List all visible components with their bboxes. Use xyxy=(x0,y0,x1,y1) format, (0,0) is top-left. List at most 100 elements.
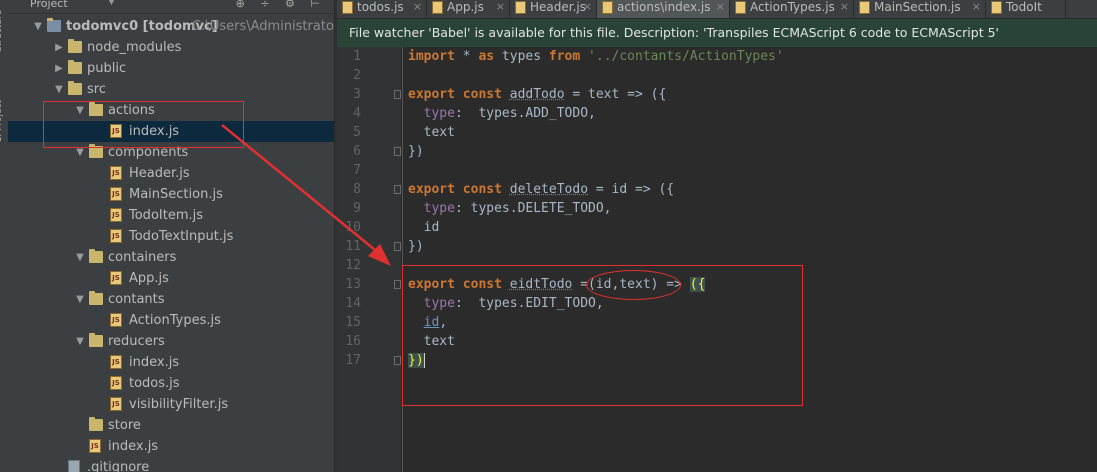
js-file-icon: JS xyxy=(110,208,122,222)
expand-arrow-down-icon[interactable]: ▼ xyxy=(74,247,86,268)
tree-item-label: contants xyxy=(108,292,165,307)
tree-item-label: index.js xyxy=(129,355,180,370)
expand-arrow-down-icon[interactable]: ▼ xyxy=(53,79,65,100)
code-editor[interactable]: 1 2 3 4 5 6 7 8 9 10 11 12 13 14 15 16 17 import * as ty… xyxy=(337,47,1097,472)
js-file-icon xyxy=(735,1,746,14)
line-number: 4 xyxy=(353,106,361,121)
line-number: 2 xyxy=(353,68,361,83)
js-file-icon: JS xyxy=(110,229,122,243)
editor-tab[interactable]: TodoIt xyxy=(986,0,1066,18)
expand-arrow-down-icon[interactable]: ▼ xyxy=(32,16,44,37)
code-line[interactable]: export const deleteTodo = id => ({ xyxy=(408,180,674,199)
code-line[interactable]: export const addTodo = text => ({ xyxy=(408,85,666,104)
fold-marker-icon[interactable] xyxy=(394,242,401,251)
tab-label: actions\index.js xyxy=(617,0,711,14)
folder-icon xyxy=(68,60,82,74)
line-number: 3 xyxy=(353,87,361,102)
code-line[interactable]: type: types.ADD_TODO, xyxy=(408,104,596,123)
fold-marker-icon[interactable] xyxy=(394,185,401,194)
tree-folder-item[interactable]: ▼ contants xyxy=(8,289,334,310)
close-tab-icon[interactable]: × xyxy=(716,0,725,14)
code-token: id xyxy=(408,220,440,235)
code-token: '../contants/ActionTypes' xyxy=(588,49,784,64)
tree-folder-item[interactable]: ▶ node_modules xyxy=(8,37,334,58)
code-line[interactable]: text xyxy=(408,123,455,142)
tree-file-item[interactable]: JS App.js xyxy=(8,268,334,289)
tree-file-item[interactable]: JS todos.js xyxy=(8,373,334,394)
code-line[interactable]: id xyxy=(408,218,440,237)
editor-tab[interactable]: App.js × xyxy=(427,0,510,18)
code-token: }) xyxy=(408,144,424,159)
tree-file-item[interactable]: JS index.js xyxy=(8,436,334,457)
tree-item-label: MainSection.js xyxy=(129,187,223,202)
tab-label: ActionTypes.js xyxy=(750,0,835,14)
folder-icon xyxy=(89,417,103,431)
close-tab-icon[interactable]: × xyxy=(840,0,849,14)
tree-file-item[interactable]: JS TodoTextInput.js xyxy=(8,226,334,247)
code-line[interactable]: }) xyxy=(408,237,424,256)
project-panel-title[interactable]: Project xyxy=(30,0,68,10)
line-number-gutter: 1 2 3 4 5 6 7 8 9 10 11 12 13 14 15 16 17 xyxy=(337,47,401,472)
expand-arrow-right-icon[interactable]: ▶ xyxy=(53,37,65,58)
expand-arrow-right-icon[interactable]: ▶ xyxy=(53,58,65,79)
tree-file-item[interactable]: JS TodoItem.js xyxy=(8,205,334,226)
code-line[interactable]: type: types.DELETE_TODO, xyxy=(408,199,612,218)
line-number: 8 xyxy=(353,182,361,197)
panel-toolbar-icons[interactable]: ⊕ ÷ ⚙ ⊢ xyxy=(236,0,326,10)
line-number: 1 xyxy=(353,49,361,64)
folder-icon xyxy=(89,333,103,347)
code-token: types xyxy=(494,49,549,64)
js-file-icon: JS xyxy=(110,313,122,327)
tree-folder-item[interactable]: ▼ todomvc0 [todomvc] C:\Users\Administrato… xyxy=(8,16,334,37)
code-token: * xyxy=(454,49,479,64)
editor-tab[interactable]: ActionTypes.js × xyxy=(730,0,854,18)
notification-text: File watcher 'Babel' is available for th… xyxy=(349,25,999,40)
tree-file-item[interactable]: JS ActionTypes.js xyxy=(8,310,334,331)
code-token: : types.DELETE_TODO, xyxy=(454,201,612,216)
close-tab-icon[interactable]: × xyxy=(972,0,981,14)
code-token: = text => ({ xyxy=(564,87,667,102)
folder-icon xyxy=(47,18,61,32)
js-file-icon: JS xyxy=(110,397,122,411)
close-tab-icon[interactable]: × xyxy=(583,0,592,14)
expand-arrow-down-icon[interactable]: ▼ xyxy=(74,289,86,310)
tab-label: todos.js xyxy=(357,0,404,14)
code-token: deleteTodo xyxy=(509,182,589,197)
tree-folder-item[interactable]: ▼ src xyxy=(8,79,334,100)
editor-tab[interactable]: Header.js × xyxy=(510,0,597,18)
editor-tab[interactable]: actions\index.js × xyxy=(597,0,730,18)
fold-marker-icon[interactable] xyxy=(394,90,401,99)
tree-file-item[interactable]: .gitignore xyxy=(8,457,334,472)
tree-file-item[interactable]: JS Header.js xyxy=(8,163,334,184)
line-number: 7 xyxy=(353,163,361,178)
close-tab-icon[interactable]: × xyxy=(496,0,505,14)
tab-label: TodoIt xyxy=(1006,0,1042,14)
chevron-down-icon[interactable]: ▼ xyxy=(108,0,115,7)
tree-file-item[interactable]: JS index.js xyxy=(8,352,334,373)
code-line[interactable]: import * as types from '../contants/Acti… xyxy=(408,47,784,66)
fold-marker-icon[interactable] xyxy=(394,280,401,289)
code-line[interactable]: }) xyxy=(408,142,424,161)
close-tab-icon[interactable]: × xyxy=(413,0,422,14)
fold-marker-icon[interactable] xyxy=(394,147,401,156)
tree-item-label: src xyxy=(87,82,106,97)
expand-arrow-down-icon[interactable]: ▼ xyxy=(74,331,86,352)
line-number: 14 xyxy=(345,296,361,311)
js-file-icon: JS xyxy=(110,166,122,180)
tree-file-item[interactable]: JS visibilityFilter.js xyxy=(8,394,334,415)
js-file-icon: JS xyxy=(110,187,122,201)
code-token: = id => ({ xyxy=(588,182,675,197)
js-file-icon: JS xyxy=(110,376,122,390)
code-token: type xyxy=(423,201,455,216)
tree-folder-item[interactable]: ▶ public xyxy=(8,58,334,79)
tree-folder-item[interactable]: ▼ containers xyxy=(8,247,334,268)
tree-item-label: .gitignore xyxy=(87,460,150,472)
tree-file-item[interactable]: JS MainSection.js xyxy=(8,184,334,205)
fold-marker-icon[interactable] xyxy=(394,356,401,365)
editor-tab[interactable]: MainSection.js × xyxy=(854,0,986,18)
editor-tab[interactable]: todos.js × xyxy=(337,0,427,18)
annotation-ellipse-params xyxy=(586,270,681,300)
tree-folder-item[interactable]: store xyxy=(8,415,334,436)
tree-folder-item[interactable]: ▼ reducers xyxy=(8,331,334,352)
js-file-icon: JS xyxy=(110,355,122,369)
